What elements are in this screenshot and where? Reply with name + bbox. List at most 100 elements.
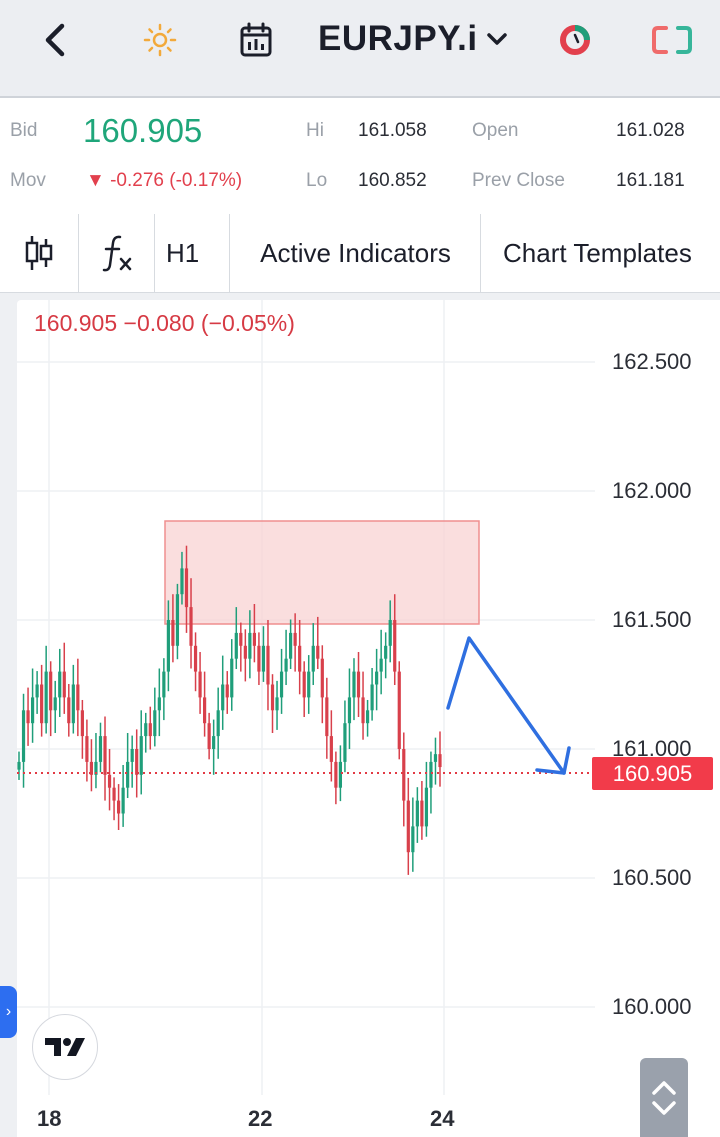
candle[interactable] [420,780,424,840]
candle[interactable] [266,620,270,711]
candle[interactable] [352,658,356,721]
candle[interactable] [44,645,48,734]
candle[interactable] [89,739,94,792]
theme-toggle-button[interactable] [142,20,178,60]
candle[interactable] [67,683,71,737]
scroll-toggle-button[interactable] [640,1058,688,1137]
candle[interactable] [406,777,410,875]
candle[interactable] [126,733,130,799]
candle[interactable] [225,671,229,714]
candle[interactable] [302,661,306,718]
side-panel-toggle[interactable]: › [0,986,17,1038]
candle[interactable] [379,629,383,695]
candle[interactable] [35,671,39,714]
candle[interactable] [375,648,379,711]
candle[interactable] [384,632,388,679]
y-tick-label: 162.500 [612,349,692,374]
lo-value: 160.852 [358,170,427,191]
candle[interactable] [411,797,415,872]
candle[interactable] [289,619,293,670]
candle[interactable] [157,668,161,737]
candle[interactable] [243,629,247,682]
candle[interactable] [239,622,243,672]
candle[interactable] [153,687,157,747]
chart-templates-button[interactable]: Chart Templates [481,214,720,292]
candle[interactable] [438,731,442,787]
chart-type-button[interactable] [0,214,79,292]
candle[interactable] [311,623,315,686]
candle[interactable] [112,777,116,821]
indicators-function-button[interactable] [79,214,155,292]
candle[interactable] [370,667,374,721]
candle[interactable] [94,733,98,789]
candle[interactable] [80,699,84,759]
candle[interactable] [433,737,438,785]
candle[interactable] [216,687,220,759]
candle[interactable] [279,648,284,714]
candle[interactable] [144,712,148,753]
candle[interactable] [284,629,288,686]
candle[interactable] [320,645,324,724]
candle[interactable] [135,729,139,798]
candle[interactable] [402,732,406,827]
candle[interactable] [212,719,216,775]
candle[interactable] [221,655,225,730]
candle[interactable] [343,700,347,773]
candle[interactable] [356,651,361,718]
candle[interactable] [116,784,121,831]
candle[interactable] [230,639,234,711]
candle[interactable] [257,632,261,686]
symbol-selector[interactable]: EURJPY.i [318,18,508,60]
candle[interactable] [298,620,302,695]
calendar-button[interactable] [238,20,274,60]
candle[interactable] [361,671,365,740]
candle[interactable] [53,680,57,734]
resistance-zone[interactable] [164,520,480,625]
candle[interactable] [85,719,89,782]
candle[interactable] [325,677,329,759]
fullscreen-button[interactable] [650,20,694,60]
candle[interactable] [275,680,279,730]
candle[interactable] [329,710,333,782]
candle[interactable] [148,706,152,750]
candle[interactable] [429,751,433,814]
projection-arrow[interactable] [446,636,566,775]
candle[interactable] [103,716,107,801]
candle[interactable] [365,699,370,737]
back-button[interactable] [40,20,70,60]
candle[interactable] [193,632,198,692]
candle[interactable] [98,722,103,773]
candle[interactable] [175,583,180,660]
candle[interactable] [207,712,211,760]
active-indicators-button[interactable]: Active Indicators [231,214,481,292]
candle[interactable] [17,751,21,780]
candle[interactable] [347,668,352,749]
candle[interactable] [40,664,44,737]
candle[interactable] [415,787,419,843]
candle[interactable] [198,651,202,714]
hi-label: Hi [306,120,324,141]
candle[interactable] [76,658,80,737]
candle[interactable] [397,661,401,760]
timeframe-button[interactable]: H1 [155,214,230,292]
timer-button[interactable] [557,20,593,60]
candle-body [266,645,270,685]
candle[interactable] [30,668,35,743]
candle[interactable] [58,648,62,718]
candle[interactable] [121,764,125,827]
candle[interactable] [203,671,207,737]
candle[interactable] [71,664,75,734]
candle-body [402,749,406,801]
candle[interactable] [139,710,143,795]
candle-body [207,723,211,749]
candle[interactable] [307,655,311,714]
candle[interactable] [130,735,134,788]
candle[interactable] [334,751,338,805]
candle[interactable] [62,642,66,714]
candle[interactable] [107,749,112,811]
candle[interactable] [26,687,30,746]
tradingview-logo[interactable] [32,1014,98,1080]
candle[interactable] [270,674,275,734]
candle-body [212,736,216,749]
candle[interactable] [162,658,166,721]
